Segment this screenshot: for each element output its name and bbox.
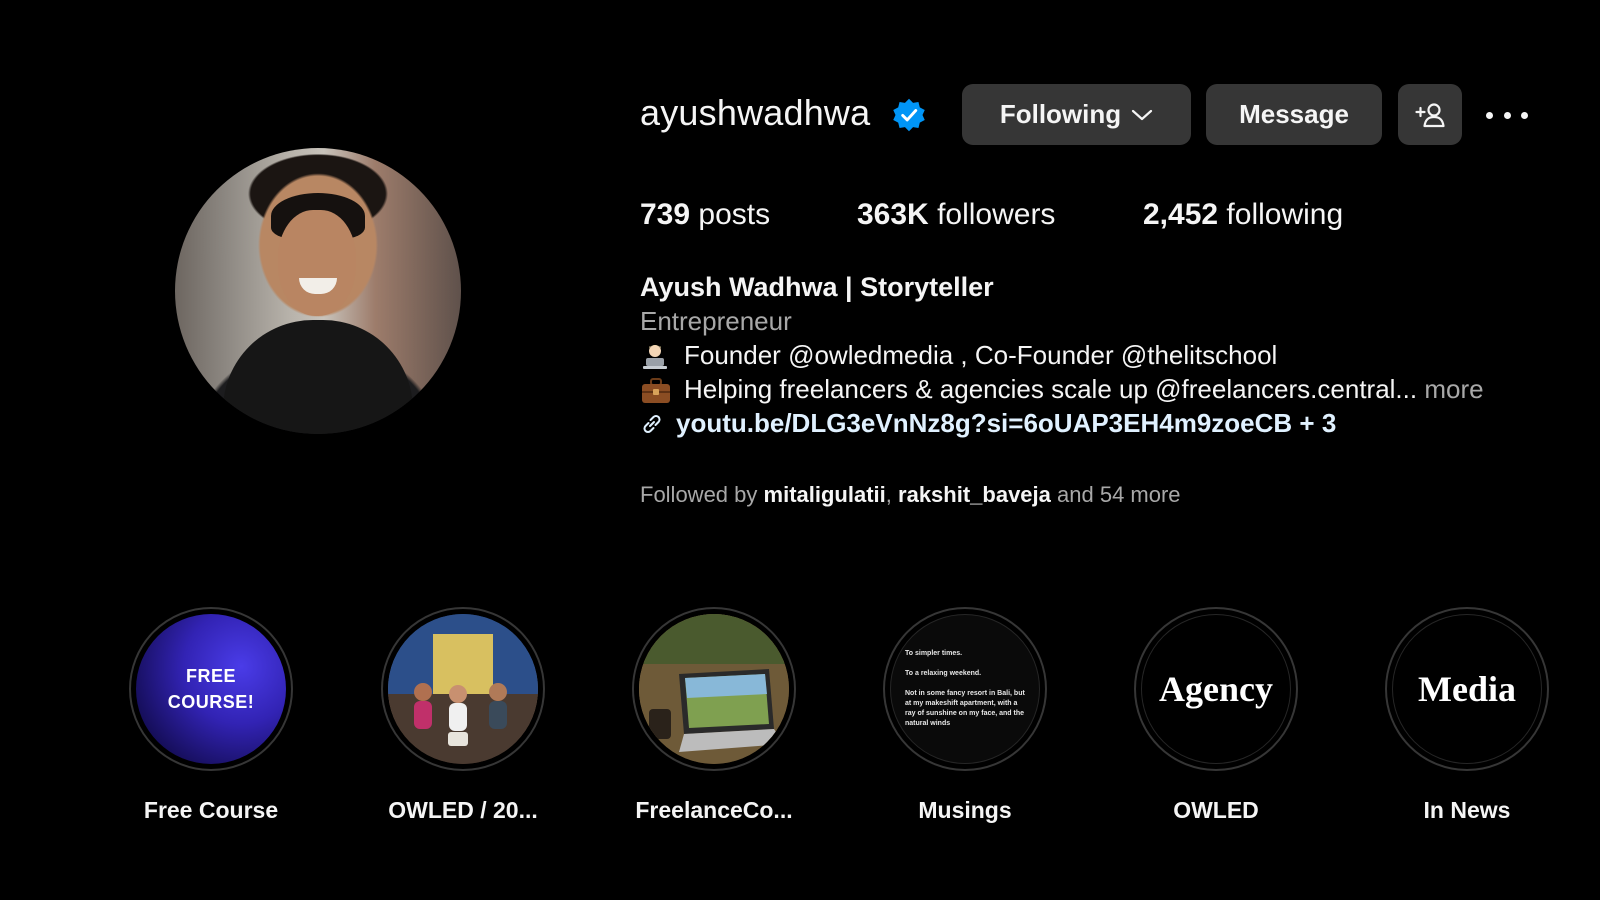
highlight-label: OWLED / 20... xyxy=(388,797,538,823)
technologist-emoji-icon xyxy=(640,343,674,371)
highlight-ring: FREE COURSE! xyxy=(129,607,293,771)
more-options-icon[interactable] xyxy=(1486,100,1528,130)
bio-external-link[interactable]: youtu.be/DLG3eVnNz8g?si=6oUAP3EH4m9zoeCB… xyxy=(640,408,1336,439)
following-stat-label: following xyxy=(1226,198,1344,231)
highlight-label: In News xyxy=(1423,797,1511,823)
posts-number: 739 xyxy=(640,198,691,231)
event-photo-image xyxy=(388,614,538,764)
followed-by-prefix: Followed by xyxy=(640,482,758,507)
message-button[interactable]: Message xyxy=(1206,84,1382,145)
highlight-musings[interactable]: To simpler times. To a relaxing weekend.… xyxy=(883,607,1047,824)
highlight-label: FreelanceCo... xyxy=(635,797,793,823)
highlight-cover: To simpler times. To a relaxing weekend.… xyxy=(890,614,1040,764)
bio-line-2-text: Helping freelancers & agencies scale up … xyxy=(684,374,1418,404)
link-icon xyxy=(643,414,661,433)
highlight-owled-20[interactable]: OWLED / 20... xyxy=(381,607,545,824)
suggest-accounts-button[interactable] xyxy=(1398,84,1462,145)
followed-by-user-1[interactable]: mitaligulatii xyxy=(764,482,886,507)
highlight-ring xyxy=(381,607,545,771)
following-number: 2,452 xyxy=(1143,198,1219,231)
highlight-cover-text: Agency xyxy=(1159,669,1273,709)
following-count[interactable]: 2,452 following xyxy=(1143,198,1343,232)
avatar-face xyxy=(278,210,356,316)
avatar-jacket xyxy=(223,320,413,434)
bio-category: Entrepreneur xyxy=(640,306,792,336)
posts-count: 739 posts xyxy=(640,198,770,232)
followed-by-suffix: and 54 more xyxy=(1057,482,1181,507)
posts-label: posts xyxy=(698,198,771,231)
highlight-cover xyxy=(639,614,789,764)
followed-by[interactable]: Followed by mitaligulatii, rakshit_bavej… xyxy=(640,482,1181,508)
followed-by-separator: , xyxy=(885,482,892,507)
highlight-cover xyxy=(388,614,538,764)
highlight-ring: Media xyxy=(1385,607,1549,771)
dot xyxy=(1503,111,1511,119)
highlight-in-news[interactable]: Media In News xyxy=(1385,607,1549,824)
dot xyxy=(1486,111,1493,119)
highlight-owled[interactable]: Agency OWLED xyxy=(1134,607,1298,824)
message-label: Message xyxy=(1239,99,1349,129)
bio-line-1-text: Founder @owledmedia , Co-Founder @thelit… xyxy=(684,340,1278,370)
briefcase-emoji-icon xyxy=(640,377,674,405)
highlight-label: Musings xyxy=(918,797,1012,823)
highlight-ring: To simpler times. To a relaxing weekend.… xyxy=(883,607,1047,771)
bio-link-text: youtu.be/DLG3eVnNz8g?si=6oUAP3EH4m9zoeCB… xyxy=(676,408,1337,438)
bio-line-founder: Founder @owledmedia , Co-Founder @thelit… xyxy=(640,340,1277,371)
highlight-cover: Agency xyxy=(1141,614,1291,764)
profile-username: ayushwadhwa xyxy=(640,92,871,133)
chevron-down-icon xyxy=(1132,109,1153,120)
highlight-ring: Agency xyxy=(1134,607,1298,771)
highlight-cover-text: Media xyxy=(1418,669,1516,709)
highlight-freelanceco[interactable]: FreelanceCo... xyxy=(632,607,796,824)
followed-by-user-2[interactable]: rakshit_baveja xyxy=(898,482,1051,507)
highlight-label: OWLED xyxy=(1173,797,1259,823)
highlight-cover: FREE COURSE! xyxy=(136,614,286,764)
followers-label: followers xyxy=(937,198,1056,231)
following-button[interactable]: Following xyxy=(962,84,1191,145)
bio-more-link[interactable]: more xyxy=(1424,374,1483,404)
verified-badge-icon xyxy=(893,98,925,132)
profile-avatar[interactable] xyxy=(175,148,461,434)
bio-line-helping: Helping freelancers & agencies scale up … xyxy=(640,374,1484,405)
highlight-label: Free Course xyxy=(143,797,279,823)
highlight-cover: Media xyxy=(1392,614,1542,764)
highlight-cover-text: To simpler times. To a relaxing weekend.… xyxy=(905,650,1025,727)
highlight-free-course[interactable]: FREE COURSE! Free Course xyxy=(129,607,293,824)
laptop-photo-image xyxy=(639,614,789,764)
highlight-cover-text: FREE COURSE! xyxy=(167,666,255,712)
following-label: Following xyxy=(999,99,1122,129)
dot xyxy=(1521,111,1528,119)
bio-full-name: Ayush Wadhwa | Storyteller xyxy=(640,272,994,302)
followers-count[interactable]: 363K followers xyxy=(857,198,1055,232)
followers-number: 363K xyxy=(857,198,929,231)
add-user-icon xyxy=(1415,102,1445,127)
highlight-ring xyxy=(632,607,796,771)
